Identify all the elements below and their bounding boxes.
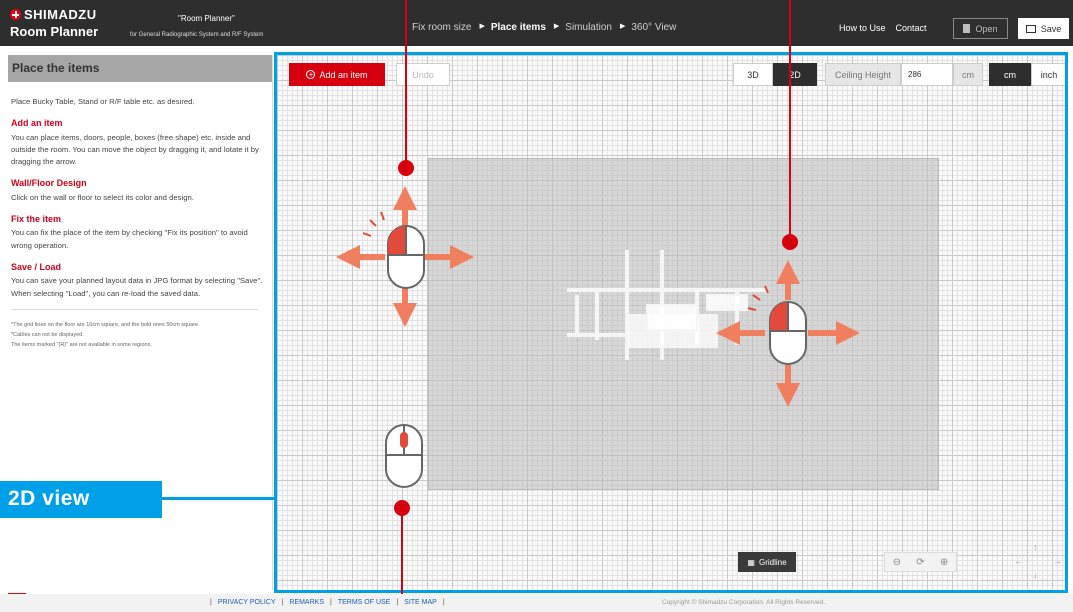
plus-icon: + bbox=[306, 70, 316, 79]
add-item-label: Add an item bbox=[319, 69, 368, 80]
zoom-controls: ⊖ ⟳ ⊕ bbox=[884, 552, 957, 572]
step-navigation: Fix room size ▶ Place items ▶ Simulation ▶ … bbox=[412, 22, 676, 33]
note-cables: *Cables can not be displayed. bbox=[11, 331, 84, 338]
header-links: How to Use Contact bbox=[839, 23, 927, 33]
pan-right-icon[interactable]: → bbox=[1053, 556, 1062, 566]
view-3d-toggle[interactable]: 3D bbox=[733, 63, 773, 86]
footer-links: | PRIVACY POLICY | REMARKS | TERMS OF US… bbox=[210, 599, 445, 606]
gridline-label: Gridline bbox=[758, 557, 787, 567]
site-map-link[interactable]: SITE MAP bbox=[404, 599, 437, 606]
pan-down-icon[interactable]: ↓ bbox=[1033, 570, 1038, 580]
view-label-badge: 2D view bbox=[0, 481, 162, 518]
ceiling-unit-label: cm bbox=[953, 63, 983, 86]
open-button[interactable]: Open bbox=[953, 18, 1008, 39]
save-button[interactable]: Save bbox=[1018, 18, 1069, 39]
note-grid: *The grid lines on the floor are 10cm sq… bbox=[11, 321, 200, 328]
step-arrow-icon: ▶ bbox=[619, 23, 626, 30]
contact-link[interactable]: Contact bbox=[896, 23, 927, 33]
section-title-fix-item: Fix the item bbox=[11, 214, 62, 225]
panel-body: Place Bucky Table, Stand or R/F table et… bbox=[8, 82, 272, 350]
open-label: Open bbox=[975, 23, 998, 34]
app-title: "Room Planner" bbox=[178, 14, 235, 23]
unit-inch-toggle[interactable]: inch bbox=[1031, 63, 1065, 86]
divider bbox=[11, 308, 258, 310]
section-title-wall-floor: Wall/Floor Design bbox=[11, 178, 87, 189]
zoom-out-icon[interactable]: ⊖ bbox=[893, 557, 901, 568]
app-name: Room Planner bbox=[10, 24, 99, 39]
section-text-fix-item: You can fix the place of the item by che… bbox=[11, 228, 248, 250]
panel-title: Place the items bbox=[8, 55, 272, 82]
pan-up-icon[interactable]: ↑ bbox=[1033, 542, 1038, 552]
panel-intro: Place Bucky Table, Stand or R/F table et… bbox=[11, 97, 195, 106]
save-label: Save bbox=[1040, 23, 1062, 34]
gridline-button[interactable]: ▦ Gridline bbox=[738, 552, 796, 572]
section-text-save-load: You can save your planned layout data in… bbox=[11, 276, 263, 298]
section-text-add-item: You can place items, doors, people, boxe… bbox=[11, 132, 259, 167]
step-arrow-icon: ▶ bbox=[553, 23, 560, 30]
grid-icon: ▦ bbox=[747, 557, 755, 567]
terms-of-use-link[interactable]: TERMS OF USE bbox=[338, 599, 391, 606]
unit-cm-toggle[interactable]: cm bbox=[989, 63, 1031, 86]
add-item-button[interactable]: + Add an item bbox=[289, 63, 385, 86]
step-place-items[interactable]: Place items bbox=[491, 22, 546, 33]
app-header: SHIMADZU Room Planner "Room Planner" for… bbox=[0, 0, 1073, 46]
section-title-add-item: Add an item bbox=[11, 118, 63, 129]
copyright: Copyright © Shimadzu Corporation. All Ri… bbox=[662, 599, 826, 606]
ceiling-height-input[interactable]: 286 bbox=[901, 63, 953, 86]
file-icon bbox=[963, 24, 971, 33]
planner-2d-view[interactable]: + Add an item Undo 3D 2D Ceiling Height … bbox=[274, 52, 1068, 593]
step-360-view[interactable]: 360° View bbox=[631, 22, 676, 33]
how-to-use-link[interactable]: How to Use bbox=[839, 23, 886, 33]
note-regions: The items marked "(R)" are not available… bbox=[11, 341, 152, 348]
step-arrow-icon: ▶ bbox=[479, 23, 485, 30]
privacy-policy-link[interactable]: PRIVACY POLICY bbox=[218, 599, 276, 606]
view-2d-toggle[interactable]: 2D bbox=[773, 63, 817, 86]
section-title-save-load: Save / Load bbox=[11, 261, 62, 272]
pan-controls: ↑ ← → ↓ bbox=[1008, 540, 1064, 584]
shimadzu-mark-icon bbox=[10, 9, 21, 20]
remarks-link[interactable]: REMARKS bbox=[289, 599, 324, 606]
reset-view-icon[interactable]: ⟳ bbox=[916, 557, 924, 568]
undo-button[interactable]: Undo bbox=[396, 63, 450, 86]
ceiling-height-label: Ceiling Height bbox=[825, 63, 901, 86]
brand-name: SHIMADZU bbox=[24, 7, 97, 22]
step-simulation[interactable]: Simulation bbox=[565, 22, 612, 33]
app-subtitle: for General Radiographic System and R/F … bbox=[130, 32, 264, 38]
pan-left-icon[interactable]: ← bbox=[1014, 556, 1023, 566]
image-icon bbox=[1025, 24, 1036, 33]
view-label-connector bbox=[162, 497, 276, 500]
step-fix-room-size[interactable]: Fix room size bbox=[412, 22, 471, 33]
zoom-in-icon[interactable]: ⊕ bbox=[940, 557, 948, 568]
page-footer: | PRIVACY POLICY | REMARKS | TERMS OF US… bbox=[0, 594, 1073, 612]
section-text-wall-floor: Click on the wall or floor to select its… bbox=[11, 192, 194, 202]
equipment-layout[interactable] bbox=[567, 250, 767, 360]
shimadzu-logo[interactable]: SHIMADZU bbox=[10, 7, 97, 22]
